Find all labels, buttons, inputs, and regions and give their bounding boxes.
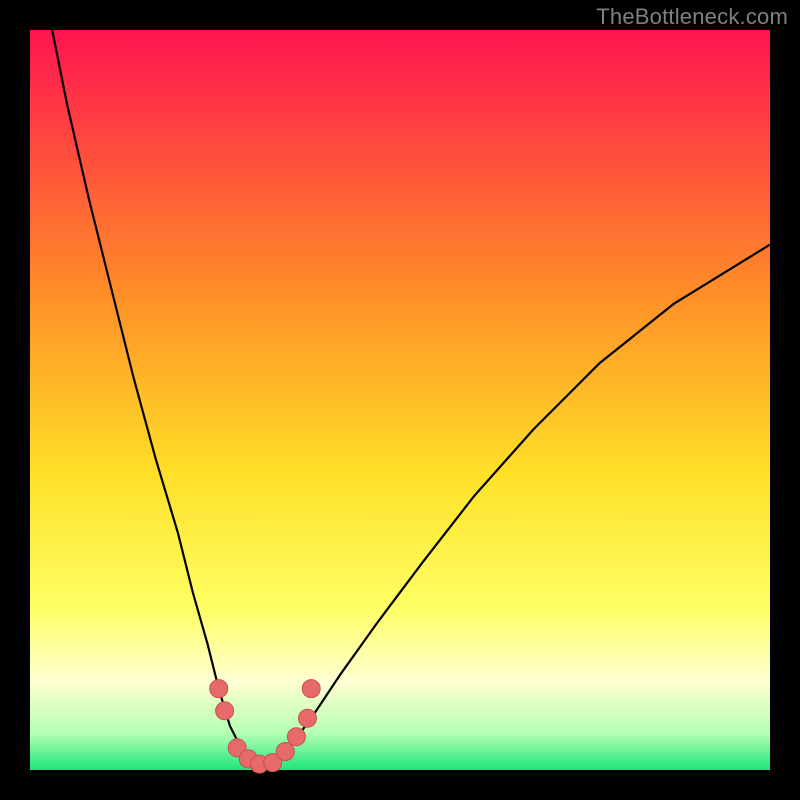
chart-container: TheBottleneck.com [0,0,800,800]
data-marker [299,709,317,727]
data-marker [302,680,320,698]
watermark-text: TheBottleneck.com [596,4,788,30]
bottleneck-chart [0,0,800,800]
data-marker [216,702,234,720]
data-marker [210,680,228,698]
data-marker [287,728,305,746]
data-marker [276,743,294,761]
plot-background [30,30,770,770]
